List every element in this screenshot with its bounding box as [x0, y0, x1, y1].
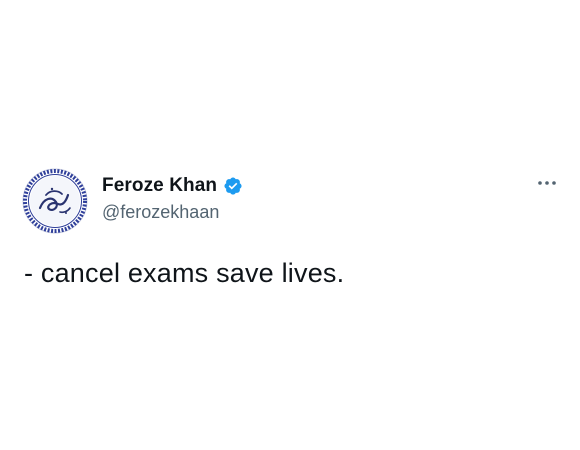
calligraphy-seal-icon — [22, 168, 88, 234]
author-display-name[interactable]: Feroze Khan — [102, 175, 217, 197]
more-horizontal-icon[interactable] — [536, 176, 558, 190]
tweet-card: Feroze Khan @ferozekhaan - cancel exams … — [0, 0, 580, 450]
author-name-row: Feroze Khan — [102, 173, 243, 199]
avatar[interactable] — [22, 168, 88, 234]
tweet-text: - cancel exams save lives. — [24, 258, 345, 288]
verified-badge-icon — [224, 177, 242, 195]
author-handle[interactable]: @ferozekhaan — [102, 202, 219, 223]
